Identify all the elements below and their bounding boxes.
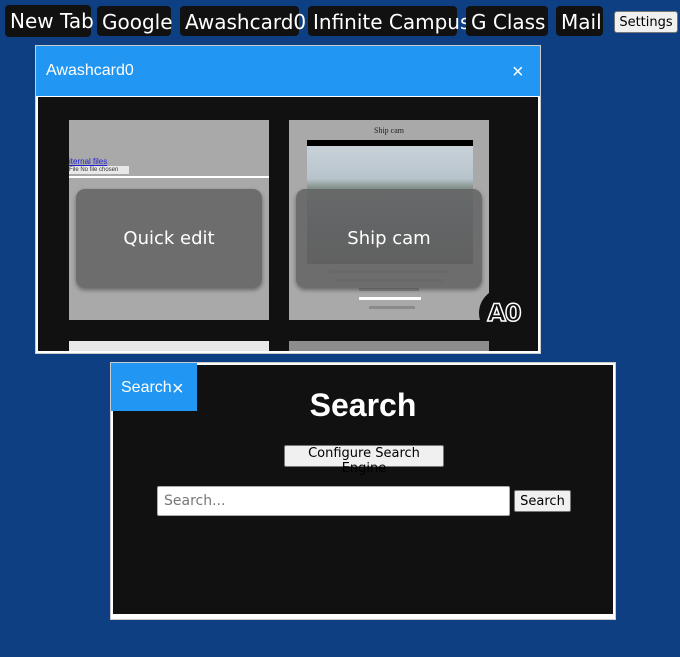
configure-search-engine-button[interactable]: Configure Search Engine [284,445,444,476]
thumb-divider [69,176,269,178]
logo-text: A0 [487,298,523,328]
quick-edit-card[interactable]: Quick edit [76,189,262,288]
thumb-title: Ship cam [374,126,404,135]
search-button[interactable]: Search [514,490,571,512]
thumb-text-line [369,306,415,309]
thumb-text-line [359,288,419,291]
window-title: Search [121,379,172,396]
app-grid: iternal files File No file chosen Ship c… [38,97,538,351]
window-titlebar[interactable]: Awashcard0 × [36,46,540,96]
close-icon[interactable]: × [172,379,184,399]
thumb-file-input: File No file chosen [69,166,129,174]
next-row-thumbnail [69,341,269,351]
tab-g-class[interactable]: G Class [466,6,548,36]
tab-new-tab[interactable]: New Tab [5,5,94,37]
tab-awashcard0[interactable]: Awashcard0 [180,6,306,36]
thumb-link: iternal files [69,157,108,166]
thumb-control [359,297,421,300]
settings-button[interactable]: Settings [614,11,678,33]
taskbar: New Tab Google Awashcard0 Infinite Campu… [0,0,680,44]
window-title: Awashcard0 [46,62,134,79]
tab-google[interactable]: Google [97,6,173,36]
tab-mail[interactable]: Mail [556,6,603,36]
close-icon[interactable]: × [512,62,524,82]
window-titlebar[interactable]: Search × [111,363,197,411]
ship-cam-card[interactable]: Ship cam [296,189,482,288]
tab-infinite-campus[interactable]: Infinite Campus [308,6,470,36]
next-row-thumbnail [289,341,489,351]
search-input[interactable] [157,486,510,516]
awashcard-window: Awashcard0 × iternal files File No file … [35,45,541,354]
awashcard-logo: A0 [479,288,529,338]
search-window: Search Configure Search Engine Search Se… [110,362,616,620]
